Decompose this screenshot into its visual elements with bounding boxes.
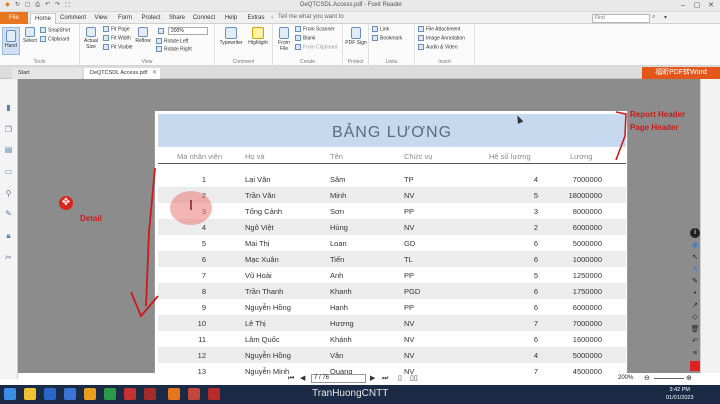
powerpoint-icon[interactable] [124, 388, 136, 400]
detail-arrow-head [130, 291, 159, 318]
shape-tool-icon[interactable]: ◇ [690, 313, 700, 323]
zoom-in-icon[interactable]: ⊕ [686, 374, 692, 382]
next-page-icon[interactable]: ▶ [370, 373, 375, 384]
trash-icon[interactable]: 🗑︎ [690, 325, 700, 335]
arrow-tool-icon[interactable]: ↗ [690, 301, 700, 311]
foxit-taskbar-icon[interactable] [84, 388, 96, 400]
report-header-annotation: Report Header [630, 110, 686, 119]
clock-time: 3:42 PM [669, 387, 690, 393]
zoom-out-icon[interactable]: ⊖ [644, 374, 650, 382]
undo-tool-icon[interactable]: ↶ [690, 337, 700, 347]
windows-start-icon[interactable] [4, 388, 16, 400]
chrome-icon[interactable] [104, 388, 116, 400]
header-bracket [615, 111, 627, 161]
zoom-level[interactable]: 200% [618, 375, 633, 381]
status-zoom: 200% ⊖ ⊕ [600, 373, 700, 385]
dot-icon[interactable]: • [690, 289, 700, 299]
clock-date: 01/01/2023 [666, 395, 694, 401]
page-number-input[interactable]: 7 / 76 [311, 374, 366, 383]
browser-icon[interactable] [64, 388, 76, 400]
menu-tool-icon[interactable]: ≡ [690, 349, 700, 359]
detail-annotation: Detail [80, 214, 102, 223]
app-icon-red[interactable] [188, 388, 200, 400]
foxit-active-icon[interactable] [168, 388, 180, 400]
page-header-annotation: Page Header [630, 123, 679, 132]
single-page-icon[interactable]: ▯ [398, 373, 402, 384]
first-page-icon[interactable]: ⏮ [288, 373, 294, 384]
channel-watermark: TranHuongCNTT [312, 388, 389, 399]
word-icon[interactable] [44, 388, 56, 400]
last-page-icon[interactable]: ⏭ [382, 373, 388, 384]
page-navigation: ⏮ ◀ 7 / 76 ▶ ⏭ ▯ ▯▯ [286, 373, 426, 385]
pen-icon[interactable]: ✎ [690, 277, 700, 287]
system-clock[interactable]: 3:42 PM 01/01/2023 [666, 386, 694, 402]
right-toolbar [700, 79, 720, 373]
info-icon[interactable]: i [690, 228, 700, 238]
text-tool-icon[interactable]: A [690, 265, 700, 275]
acrobat-icon[interactable] [208, 388, 220, 400]
annotation-strokes [130, 111, 627, 318]
pointer-icon[interactable]: ↖ [690, 253, 700, 263]
access-icon[interactable] [144, 388, 156, 400]
detail-arrow-line [145, 167, 156, 307]
prev-page-icon[interactable]: ◀ [300, 373, 305, 384]
taskbar: TranHuongCNTT 3:42 PM 01/01/2023 [0, 385, 720, 404]
zoom-slider[interactable] [654, 378, 684, 379]
color-swatch-icon[interactable] [690, 361, 700, 371]
move-cursor-icon: ✥ [59, 196, 73, 210]
file-explorer-icon[interactable] [24, 388, 36, 400]
eye-icon[interactable]: ◉ [690, 241, 700, 251]
facing-page-icon[interactable]: ▯▯ [410, 373, 418, 384]
